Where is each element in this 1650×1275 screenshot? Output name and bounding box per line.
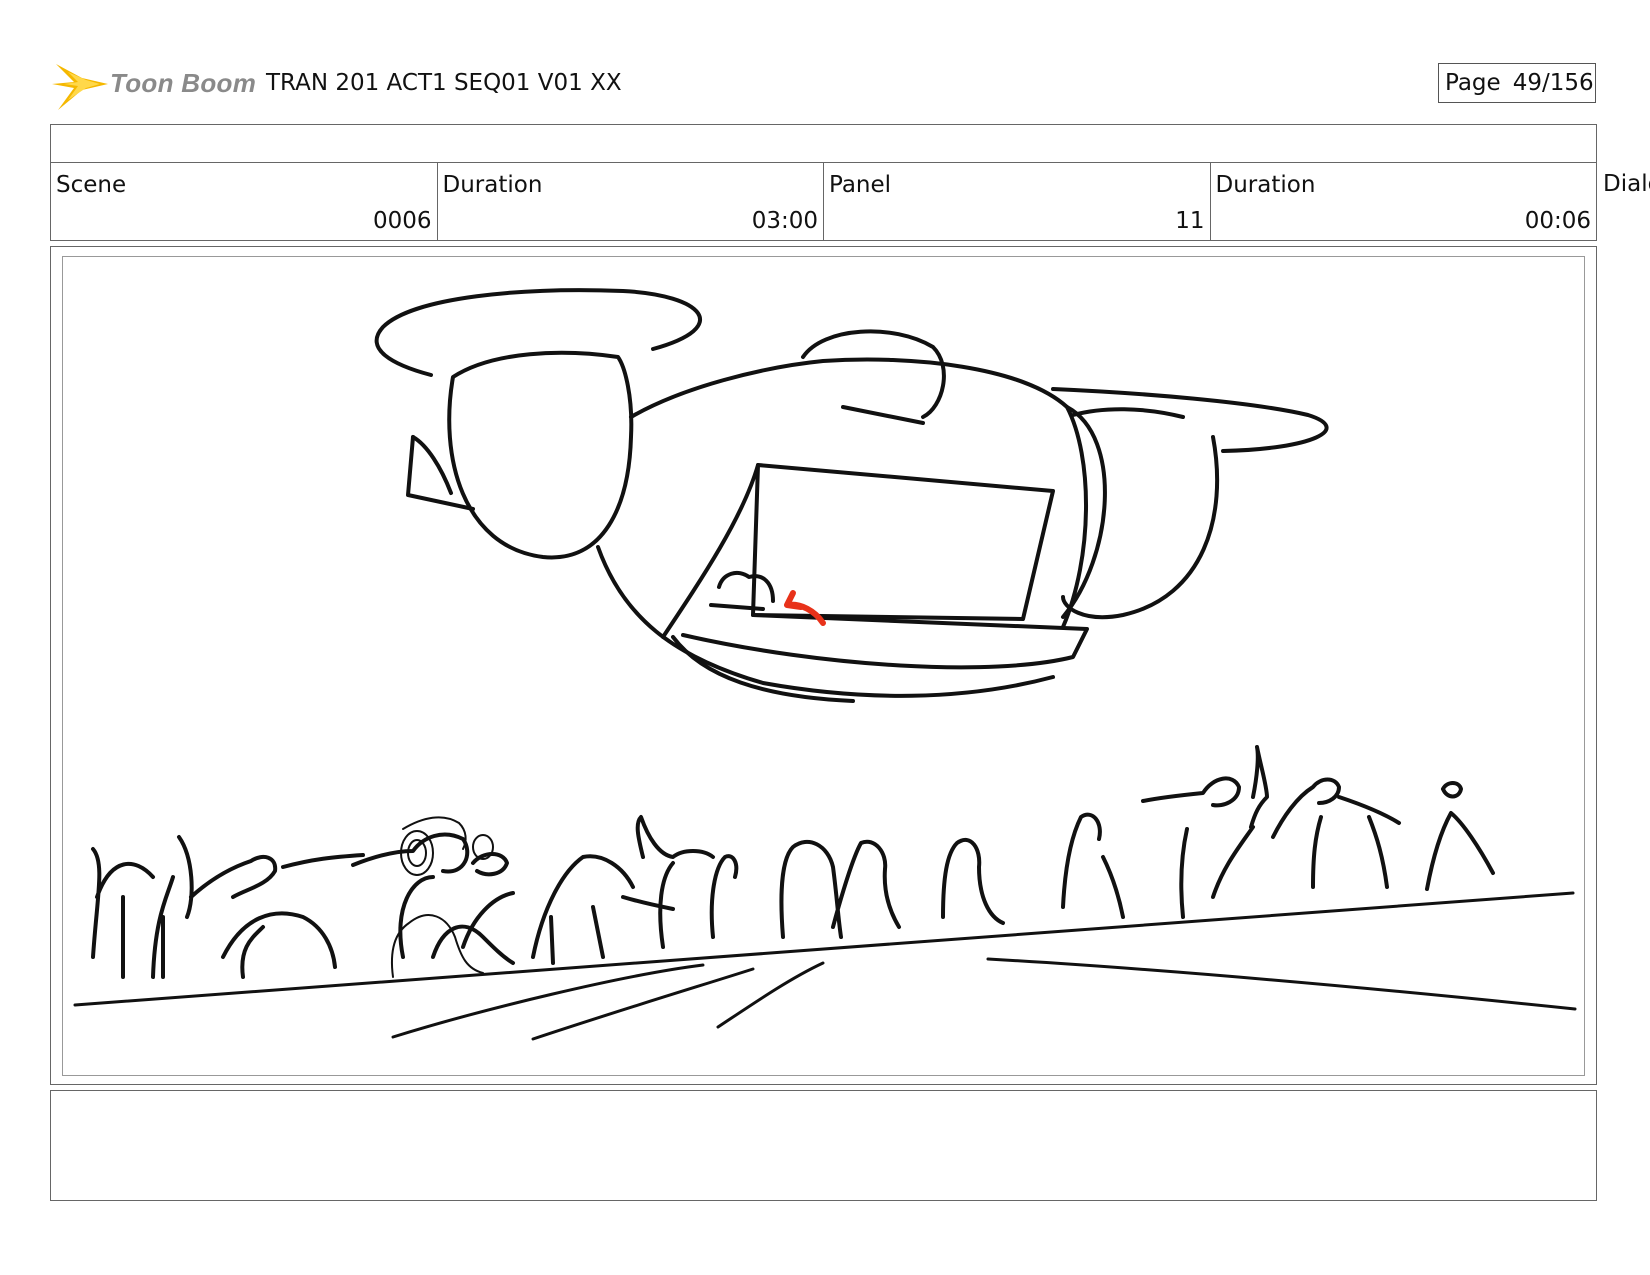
panel-value: 11: [1175, 208, 1205, 234]
dialogue-label: Dialo: [1603, 171, 1650, 197]
logo-text: Toon Boom: [110, 68, 257, 98]
scene-label: Scene: [56, 172, 127, 198]
storyboard-panel: [62, 256, 1585, 1076]
scene-cell: Scene 0006: [51, 163, 438, 240]
panel-duration-value: 00:06: [1524, 208, 1591, 234]
toon-boom-logo: Toon Boom: [52, 58, 256, 114]
panel-duration-label: Duration: [1215, 172, 1316, 198]
document-title: TRAN 201 ACT1 SEQ01 V01 XX: [266, 70, 622, 96]
page-label: Page: [1445, 70, 1501, 96]
storyboard-frame: [50, 246, 1597, 1085]
page-number: 49/156: [1512, 70, 1594, 96]
header-strip: [50, 124, 1597, 163]
page-indicator: Page 49/156: [1438, 63, 1596, 103]
storyboard-sketch: [73, 288, 1577, 1041]
scene-duration-label: Duration: [442, 172, 543, 198]
info-row: Scene 0006 Duration 03:00 Panel 11 Durat…: [50, 162, 1597, 241]
panel-cell: Panel 11: [824, 163, 1211, 240]
panel-duration-cell: Duration 00:06: [1211, 163, 1597, 240]
panel-label: Panel: [829, 172, 892, 198]
starburst-icon: [52, 64, 108, 110]
scene-duration-value: 03:00: [751, 208, 818, 234]
scene-duration-cell: Duration 03:00: [438, 163, 824, 240]
panel-notes-box: [50, 1090, 1597, 1201]
scene-value: 0006: [372, 208, 432, 234]
